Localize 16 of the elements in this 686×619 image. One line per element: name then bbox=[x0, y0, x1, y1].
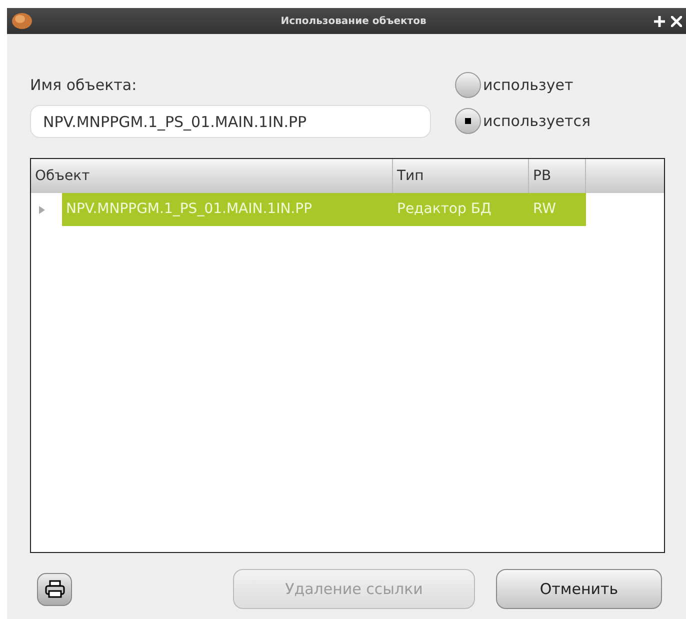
close-icon[interactable] bbox=[671, 16, 682, 26]
radio-option[interactable]: использует bbox=[455, 72, 590, 98]
radio-button[interactable] bbox=[455, 108, 481, 134]
radio-option[interactable]: используется bbox=[455, 108, 590, 134]
app-icon bbox=[11, 11, 33, 31]
printer-icon bbox=[44, 580, 64, 598]
cancel-button[interactable]: Отменить bbox=[496, 569, 662, 609]
maximize-icon[interactable] bbox=[654, 16, 665, 26]
table-cell-text: NPV.MNPPGM.1_PS_01.MAIN.1IN.PP bbox=[65, 200, 314, 219]
window-title: Использование объектов bbox=[280, 14, 426, 28]
table-cell-text: RW bbox=[532, 200, 558, 219]
table-cell-text: Редактор БД bbox=[396, 200, 492, 219]
radio-button[interactable] bbox=[455, 72, 481, 98]
object-name-label: Имя объекта: bbox=[30, 75, 138, 96]
object-name-field[interactable]: NPV.MNPPGM.1_PS_01.MAIN.1IN.PP bbox=[30, 105, 431, 138]
print-button[interactable] bbox=[37, 572, 72, 606]
